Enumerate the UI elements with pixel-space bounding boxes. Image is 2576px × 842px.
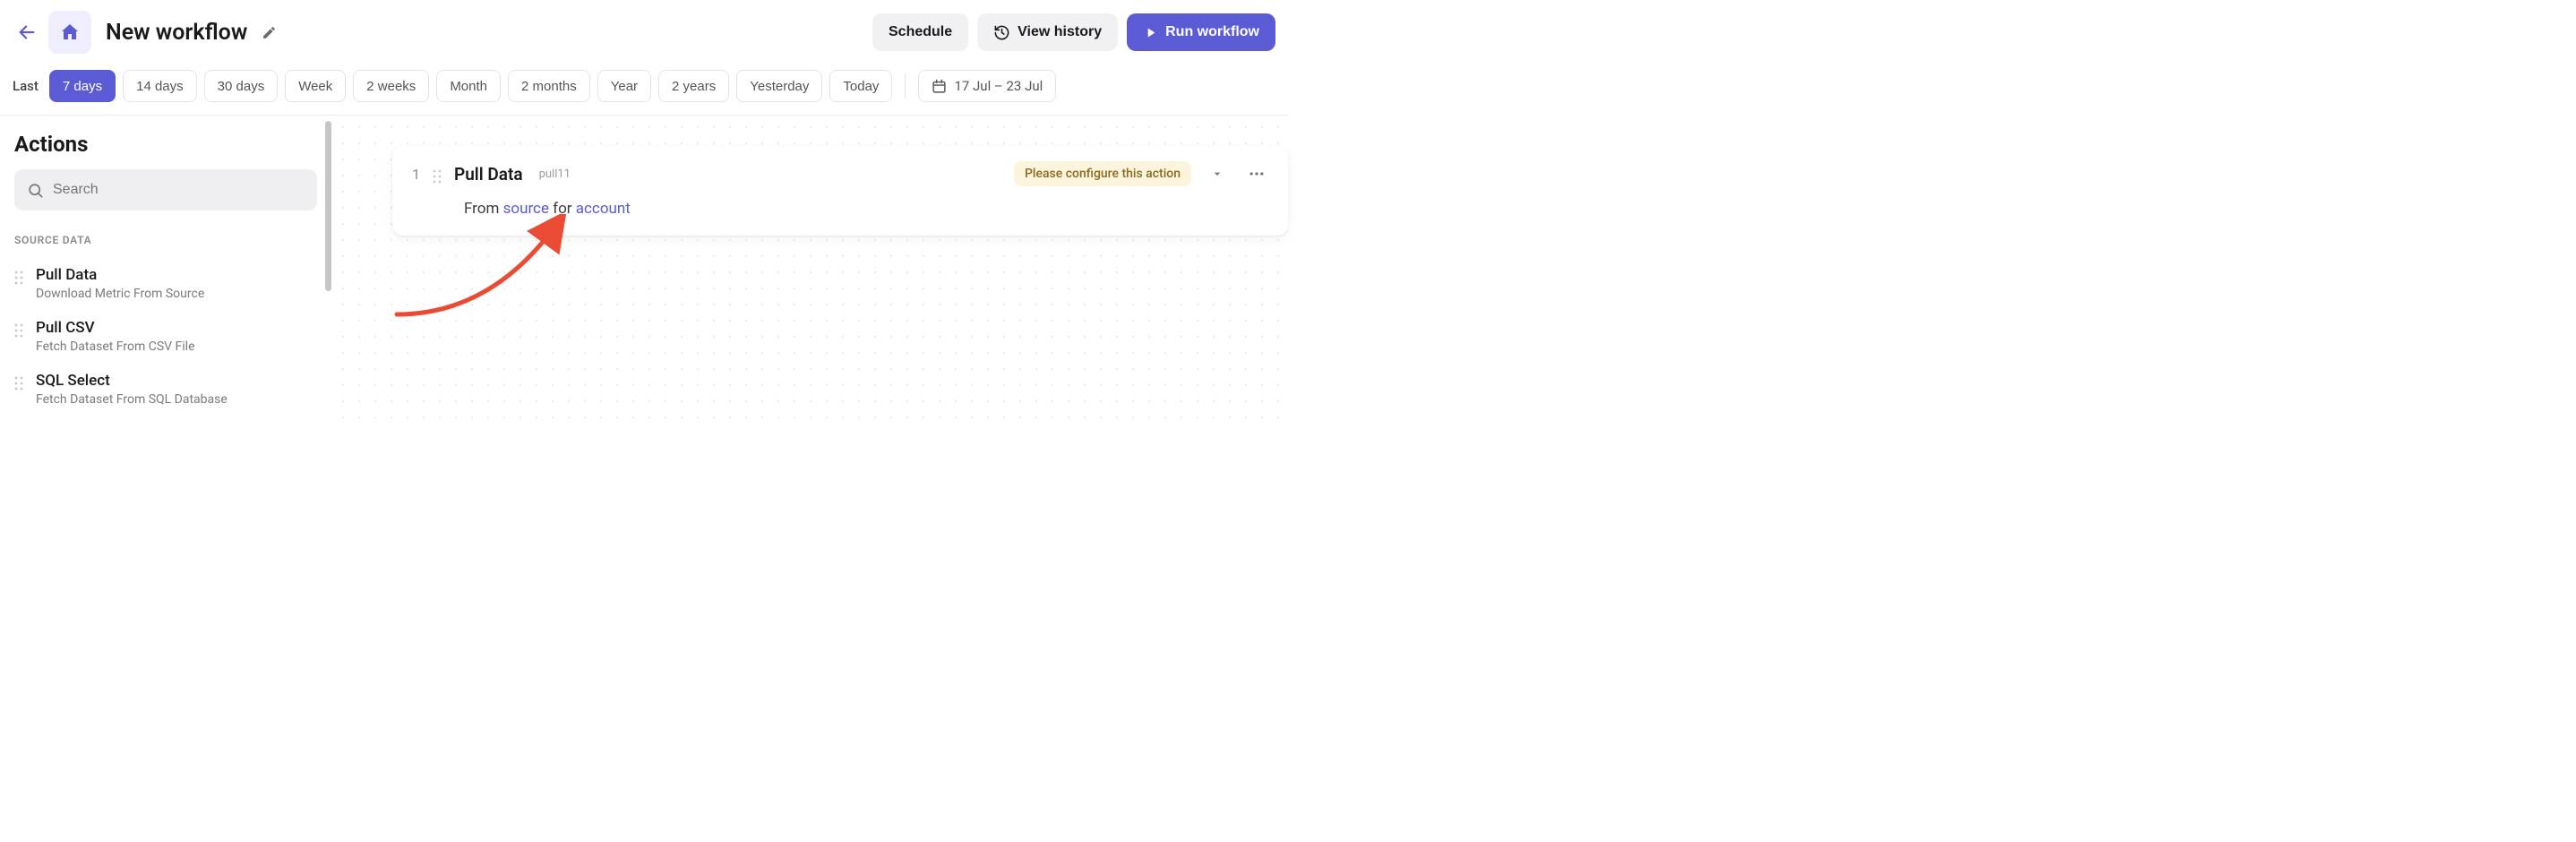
- run-workflow-button[interactable]: Run workflow: [1127, 13, 1275, 51]
- drag-handle-icon[interactable]: [433, 169, 442, 184]
- action-sql-select[interactable]: SQL Select Fetch Dataset From SQL Databa…: [14, 365, 317, 417]
- step-title: Pull Data: [454, 164, 523, 185]
- step-body-prefix: From: [464, 200, 503, 218]
- home-button[interactable]: [48, 11, 91, 54]
- action-desc: Fetch Dataset From SQL Database: [36, 392, 228, 407]
- date-range-bar: Last 7 days 14 days 30 days Week 2 weeks…: [0, 64, 1288, 116]
- action-desc: Download Metric From Source: [36, 287, 204, 301]
- range-chip-7-days[interactable]: 7 days: [49, 70, 116, 102]
- action-pull-data[interactable]: Pull Data Download Metric From Source: [14, 259, 317, 312]
- chevron-down-icon: [1210, 167, 1224, 181]
- actions-sidebar: Actions SOURCE DATA Pull Data Download M…: [0, 116, 331, 421]
- workflow-title: New workflow: [106, 20, 247, 46]
- range-chip-2-months[interactable]: 2 months: [508, 70, 590, 102]
- action-title: Pull Data: [36, 266, 204, 284]
- source-link[interactable]: source: [503, 200, 549, 218]
- back-button[interactable]: [13, 18, 41, 47]
- search-input[interactable]: [53, 182, 305, 198]
- action-title: Pull CSV: [36, 319, 195, 337]
- account-link[interactable]: account: [576, 200, 631, 218]
- play-icon: [1143, 25, 1158, 40]
- step-card-1[interactable]: 1 Pull Data pull11 Please configure this…: [392, 146, 1288, 236]
- date-range-picker[interactable]: 17 Jul – 23 Jul: [918, 70, 1056, 102]
- range-label: Last: [13, 78, 39, 94]
- schedule-label: Schedule: [889, 24, 952, 40]
- history-icon: [993, 24, 1010, 41]
- date-range-text: 17 Jul – 23 Jul: [954, 78, 1043, 94]
- schedule-button[interactable]: Schedule: [872, 13, 968, 51]
- step-id: pull11: [539, 168, 571, 181]
- search-icon: [27, 182, 44, 199]
- home-icon: [59, 21, 81, 43]
- range-chip-month[interactable]: Month: [436, 70, 501, 102]
- run-label: Run workflow: [1165, 24, 1259, 40]
- range-chip-week[interactable]: Week: [285, 70, 346, 102]
- main: Actions SOURCE DATA Pull Data Download M…: [0, 116, 1288, 421]
- range-chip-2-years[interactable]: 2 years: [658, 70, 729, 102]
- drag-handle-icon[interactable]: [14, 271, 23, 285]
- range-chip-2-weeks[interactable]: 2 weeks: [353, 70, 429, 102]
- step-menu-button[interactable]: [1243, 160, 1270, 187]
- history-label: View history: [1018, 24, 1102, 40]
- action-title: SQL Select: [36, 372, 228, 390]
- warning-badge: Please configure this action: [1014, 161, 1191, 186]
- pencil-icon: [262, 25, 277, 40]
- search-box[interactable]: [14, 169, 317, 210]
- step-number: 1: [412, 166, 420, 183]
- topbar: New workflow Schedule View history Run w…: [0, 0, 1288, 64]
- range-chip-14-days[interactable]: 14 days: [123, 70, 197, 102]
- arrow-left-icon: [17, 22, 37, 42]
- collapse-toggle[interactable]: [1204, 160, 1231, 187]
- step-header: 1 Pull Data pull11 Please configure this…: [412, 160, 1270, 187]
- edit-title-button[interactable]: [256, 20, 281, 45]
- range-chip-yesterday[interactable]: Yesterday: [736, 70, 822, 102]
- drag-handle-icon[interactable]: [14, 376, 23, 391]
- calendar-icon: [932, 79, 947, 94]
- sidebar-section-label: SOURCE DATA: [14, 234, 317, 246]
- scrollbar[interactable]: [325, 121, 331, 291]
- action-pull-csv[interactable]: Pull CSV Fetch Dataset From CSV File: [14, 312, 317, 365]
- workflow-canvas[interactable]: 1 Pull Data pull11 Please configure this…: [331, 116, 1288, 421]
- range-chip-today[interactable]: Today: [829, 70, 892, 102]
- view-history-button[interactable]: View history: [977, 13, 1118, 51]
- step-body: From source for account: [464, 200, 1270, 218]
- sidebar-heading: Actions: [14, 132, 317, 157]
- step-body-mid: for: [549, 200, 576, 218]
- divider: [905, 73, 906, 99]
- action-desc: Fetch Dataset From CSV File: [36, 339, 195, 354]
- range-chip-30-days[interactable]: 30 days: [204, 70, 279, 102]
- range-chip-year[interactable]: Year: [597, 70, 651, 102]
- more-horizontal-icon: [1248, 165, 1266, 183]
- drag-handle-icon[interactable]: [14, 323, 23, 338]
